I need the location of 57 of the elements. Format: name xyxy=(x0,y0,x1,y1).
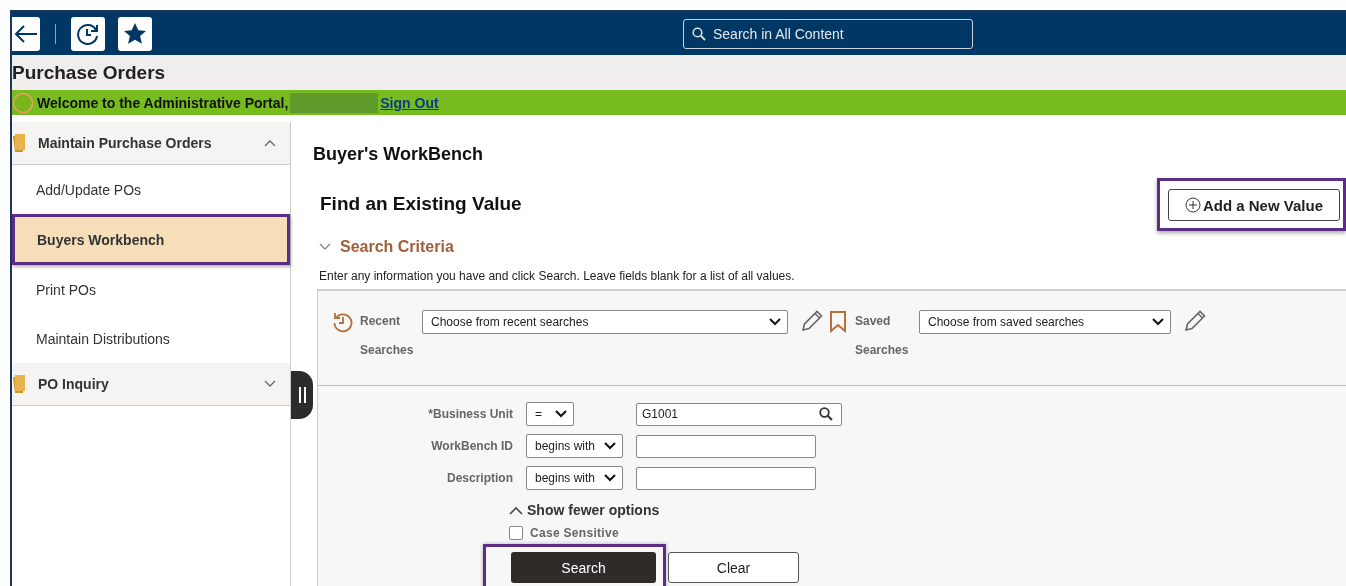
chevron-icon xyxy=(509,505,523,515)
field-label: WorkBench ID xyxy=(430,439,513,453)
checkbox-label: Case Sensitive xyxy=(530,526,619,540)
input-field[interactable] xyxy=(636,434,816,458)
operator-dropdown[interactable]: begins with xyxy=(526,466,623,490)
favorites-button[interactable] xyxy=(118,16,152,51)
chevron-icon xyxy=(555,410,567,418)
plus-circle-icon xyxy=(1184,197,1201,213)
folder-icon xyxy=(13,134,25,152)
search-criteria-toggle[interactable]: Search Criteria xyxy=(319,238,1346,256)
pencil-icon[interactable] xyxy=(1183,309,1207,333)
instructions-text: Enter any information you have and click Search. Leave fields blank for a list of all values. xyxy=(319,269,796,283)
show-fewer-options-link[interactable]: Show fewer options xyxy=(509,502,1346,518)
sidebar-group-header[interactable]: PO Inquiry xyxy=(12,363,290,406)
sidebar-item[interactable]: Buyers Workbench xyxy=(15,217,287,262)
back-button[interactable] xyxy=(12,16,40,51)
saved-searches-dropdown[interactable]: Choose from saved searches xyxy=(919,310,1171,334)
clear-button[interactable]: Clear xyxy=(668,552,799,583)
section-heading: Find an Existing Value xyxy=(320,193,522,215)
chevron-icon xyxy=(264,380,276,388)
recent-searches-dropdown[interactable]: Choose from recent searches xyxy=(422,310,788,334)
history-icon xyxy=(332,311,354,333)
add-new-value-button[interactable]: Add a New Value xyxy=(1167,189,1340,221)
sidebar-item[interactable]: Print POs xyxy=(12,265,290,314)
recent-searches-label: Recent Searches xyxy=(360,313,415,359)
field-label: *Business Unit xyxy=(427,407,513,421)
star-icon xyxy=(123,21,147,46)
welcome-text: Welcome to the Administrative Portal, xyxy=(37,94,289,111)
sidebar-item[interactable]: Maintain Distributions xyxy=(12,314,290,363)
operator-dropdown[interactable]: begins with xyxy=(526,434,623,458)
search-field[interactable]: Search in All Content xyxy=(683,18,973,49)
chevron-icon xyxy=(769,318,781,326)
search-button[interactable]: Search xyxy=(511,552,656,583)
checkbox[interactable] xyxy=(509,526,523,540)
sidebar-item[interactable]: Add/Update POs xyxy=(12,165,290,214)
sidebar-group-header[interactable]: Maintain Purchase Orders xyxy=(12,122,290,165)
page-title: Purchase Orders xyxy=(12,61,166,84)
back-arrow-icon xyxy=(13,23,39,44)
chevron-icon xyxy=(1152,318,1164,326)
pencil-icon[interactable] xyxy=(800,309,824,333)
page-heading: Buyer's WorkBench xyxy=(313,144,484,165)
field-label: Description xyxy=(446,471,513,485)
sign-out-link[interactable]: Sign Out xyxy=(380,94,439,111)
history-button[interactable] xyxy=(71,16,105,51)
input-field[interactable]: G1001 xyxy=(636,402,842,426)
search-icon[interactable] xyxy=(819,406,833,421)
chevron-icon xyxy=(264,139,276,147)
search-icon xyxy=(692,26,706,41)
chevron-icon xyxy=(604,474,616,482)
chevron-icon xyxy=(604,442,616,450)
chevron-icon xyxy=(319,243,331,251)
saved-searches-label: Saved Searches xyxy=(855,313,910,359)
input-field[interactable] xyxy=(636,466,816,490)
splitter-handle[interactable] xyxy=(291,371,313,419)
bookmark-icon xyxy=(829,311,847,333)
folder-icon xyxy=(13,375,25,393)
operator-dropdown[interactable]: = xyxy=(526,402,574,426)
